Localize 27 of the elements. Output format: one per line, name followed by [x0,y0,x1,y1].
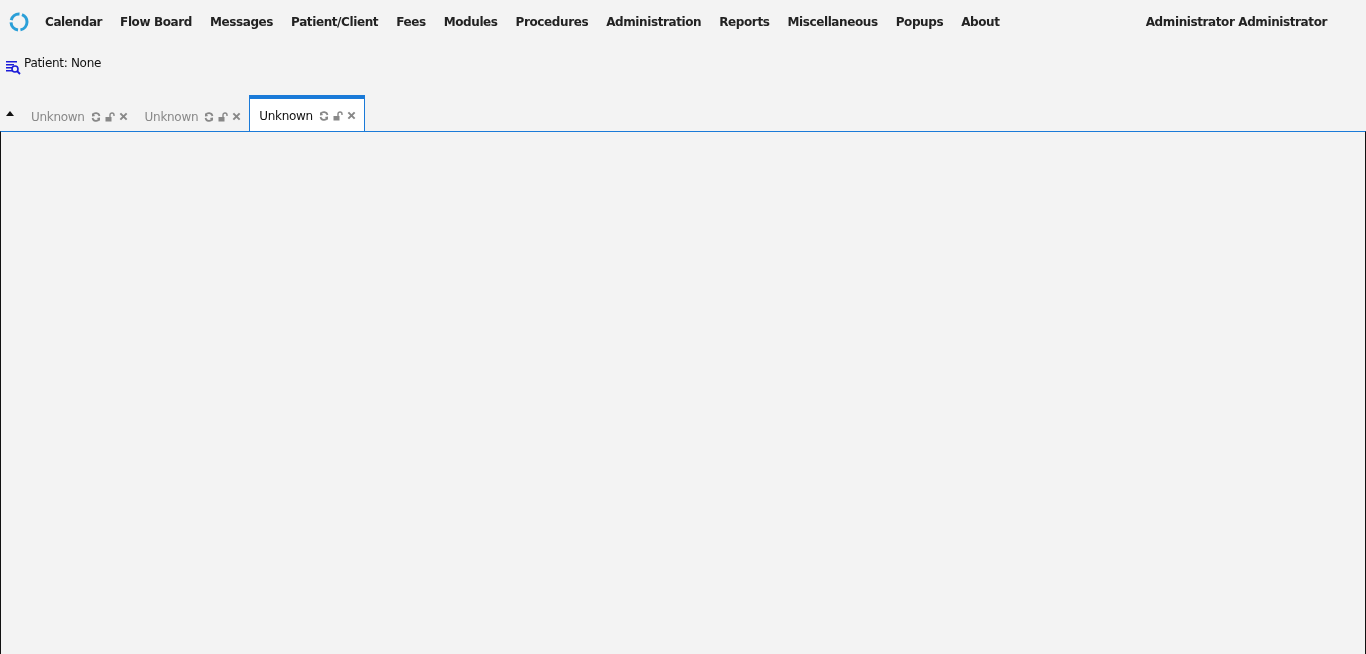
menu-item[interactable]: Modules [434,15,507,29]
menu-item[interactable]: Administration [597,15,711,29]
close-icon[interactable] [232,112,242,121]
unlock-icon[interactable] [218,111,229,122]
refresh-icon[interactable] [90,111,101,122]
menu-item[interactable]: Miscellaneous [778,15,887,29]
unlock-icon[interactable] [332,110,343,121]
menu-item[interactable]: Messages [200,15,283,29]
patient-label: Patient: None [24,56,102,70]
menu-item[interactable]: Calendar [36,15,112,29]
unlock-icon[interactable] [104,111,115,122]
logo-icon[interactable] [8,11,30,33]
menu-item[interactable]: Popups [886,15,953,29]
close-icon[interactable] [346,111,356,120]
menu-item[interactable]: About [952,15,1009,29]
menu-item[interactable]: Fees [387,15,435,29]
patient-search-icon[interactable] [5,59,21,75]
user-menu[interactable]: Administrator Administrator [1136,15,1336,29]
tab[interactable]: Unknown [249,95,365,132]
menu-item[interactable]: Reports [710,15,779,29]
menu-item[interactable]: Patient/Client [282,15,388,29]
menu-item[interactable]: Flow Board [111,15,201,29]
refresh-icon[interactable] [204,111,215,122]
collapse-arrow-icon[interactable] [6,111,14,116]
refresh-icon[interactable] [318,110,329,121]
close-icon[interactable] [118,112,128,121]
menu-item[interactable]: Procedures [506,15,598,29]
